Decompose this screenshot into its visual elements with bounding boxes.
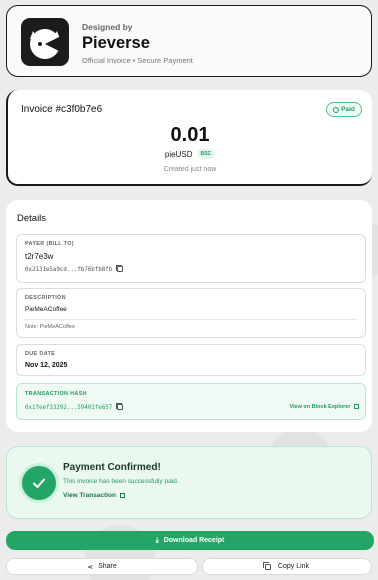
- copy-icon[interactable]: [115, 264, 124, 273]
- token-name: pieUSD: [164, 149, 193, 159]
- description-value: PieMeACoffee: [25, 306, 67, 313]
- divider: [25, 319, 357, 320]
- description-note: Note: PieMeACoffee: [25, 324, 76, 330]
- confirmation-message: This invoice has been successfully paid.: [63, 478, 179, 485]
- invoice-id: Invoice #c3f0b7e6: [21, 104, 103, 115]
- due-date-section: DUE DATE Nov 12, 2025: [16, 344, 366, 376]
- pieverse-logo: [21, 18, 69, 66]
- token-row: pieUSD BSC: [8, 149, 372, 159]
- share-icon: ⋖: [87, 563, 94, 571]
- download-icon: ⤓: [155, 536, 159, 544]
- copy-icon[interactable]: [115, 402, 124, 411]
- payment-confirmed-card: Payment Confirmed! This invoice has been…: [6, 446, 372, 519]
- copy-link-label: Copy Link: [277, 563, 310, 570]
- designed-by-label: Designed by: [82, 22, 133, 32]
- clock-icon: [333, 106, 340, 113]
- brand-subtitle: Official Invoice • Secure Payment: [82, 56, 193, 65]
- status-text: Paid: [341, 106, 355, 113]
- description-section: DESCRIPTION PieMeACoffee Note: PieMeACof…: [16, 288, 366, 338]
- download-label: Download Receipt: [163, 537, 225, 544]
- share-button[interactable]: ⋖ Share: [6, 558, 198, 575]
- external-link-icon: [119, 492, 125, 498]
- chain-badge: BSC: [196, 149, 216, 159]
- payer-section: PAYER (BILL TO) t2r7e3w 0x2131e5a9cd...f…: [16, 234, 366, 283]
- due-date-value: Nov 12, 2025: [25, 362, 68, 369]
- view-transaction-label: View Transaction: [63, 492, 116, 499]
- payer-address-row: 0x2131e5a9cd...fb76bfb8fb: [25, 264, 124, 273]
- transaction-label: TRANSACTION HASH: [25, 391, 87, 397]
- view-transaction-link[interactable]: View Transaction: [63, 492, 125, 499]
- status-badge: Paid: [326, 102, 362, 117]
- copy-link-button[interactable]: Copy Link: [202, 558, 372, 575]
- transaction-hash: 0x1feef33292...59401fe657: [25, 405, 113, 411]
- check-icon: [22, 466, 56, 500]
- due-date-label: DUE DATE: [25, 351, 56, 357]
- confirmation-title: Payment Confirmed!: [63, 462, 161, 473]
- brand-header: Designed by Pieverse Official Invoice • …: [6, 5, 372, 77]
- details-title: Details: [17, 213, 47, 224]
- copy-icon: [263, 562, 271, 570]
- details-card: Details PAYER (BILL TO) t2r7e3w 0x2131e5…: [6, 200, 372, 432]
- block-explorer-label: View on Block Explorer: [289, 404, 351, 410]
- transaction-hash-row: 0x1feef33292...59401fe657: [25, 402, 124, 411]
- transaction-section: TRANSACTION HASH 0x1feef33292...59401fe6…: [16, 383, 366, 420]
- block-explorer-link[interactable]: View on Block Explorer: [289, 404, 359, 410]
- external-link-icon: [354, 404, 359, 410]
- invoice-summary: Invoice #c3f0b7e6 Paid 0.01 pieUSD BSC C…: [6, 90, 372, 186]
- download-receipt-button[interactable]: ⤓ Download Receipt: [6, 531, 374, 550]
- description-label: DESCRIPTION: [25, 295, 66, 301]
- payer-name: t2r7e3w: [25, 252, 54, 261]
- brand-name: Pieverse: [82, 34, 150, 52]
- share-label: Share: [98, 563, 117, 570]
- payer-address: 0x2131e5a9cd...fb76bfb8fb: [25, 267, 113, 273]
- created-time: Created just now: [163, 166, 217, 173]
- payer-label: PAYER (BILL TO): [25, 241, 74, 247]
- invoice-amount: 0.01: [170, 124, 210, 146]
